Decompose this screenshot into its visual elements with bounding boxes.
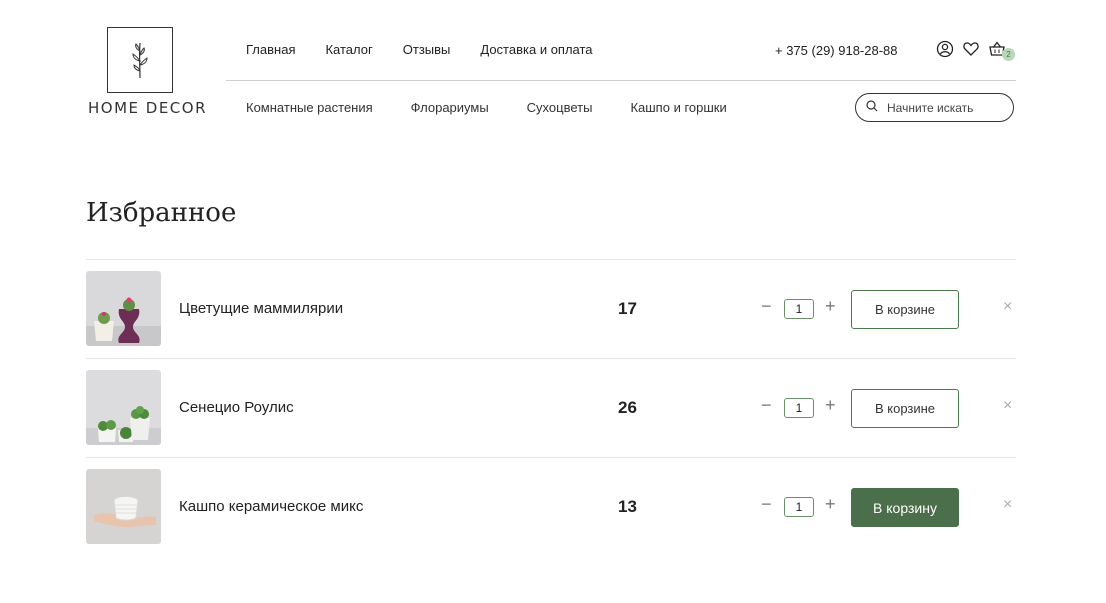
category-link-dried-flowers[interactable]: Сухоцветы	[527, 100, 593, 115]
product-name[interactable]: Цветущие маммилярии	[179, 300, 343, 317]
in-cart-button[interactable]: В корзине	[851, 389, 959, 428]
qty-input[interactable]: 1	[784, 497, 814, 517]
qty-increase-button[interactable]: +	[825, 395, 836, 416]
header-divider	[226, 80, 1016, 81]
product-price: 13	[618, 497, 637, 516]
logo-text: HOME DECOR	[88, 99, 208, 117]
heart-icon[interactable]	[962, 40, 980, 58]
qty-increase-button[interactable]: +	[825, 494, 836, 515]
qty-input[interactable]: 1	[784, 398, 814, 418]
nav-link-reviews[interactable]: Отзывы	[403, 42, 451, 57]
favorite-item: Цветущие маммилярии 17 − 1 + В корзине ×	[86, 259, 1016, 358]
search-icon	[866, 99, 878, 117]
product-name[interactable]: Сенецио Роулис	[179, 399, 294, 416]
add-to-cart-button[interactable]: В корзину	[851, 488, 959, 527]
search-box[interactable]	[855, 93, 1014, 122]
category-nav: Комнатные растения Флорариумы Сухоцветы …	[246, 100, 727, 115]
logo[interactable]: HOME DECOR	[88, 27, 208, 117]
close-icon[interactable]: ×	[1003, 397, 1012, 415]
qty-input[interactable]: 1	[784, 299, 814, 319]
cart-count-badge: 2	[1002, 48, 1015, 61]
nav-link-home[interactable]: Главная	[246, 42, 295, 57]
product-name[interactable]: Кашпо керамическое микс	[179, 498, 363, 515]
phone-link[interactable]: + 375 (29) 918-28-88	[775, 43, 898, 58]
nav-link-catalog[interactable]: Каталог	[325, 42, 372, 57]
top-nav: Главная Каталог Отзывы Доставка и оплата	[246, 42, 593, 57]
qty-decrease-button[interactable]: −	[761, 494, 772, 515]
category-link-pots[interactable]: Кашпо и горшки	[630, 100, 726, 115]
product-image[interactable]	[86, 469, 161, 544]
favorite-item: Сенецио Роулис 26 − 1 + В корзине ×	[86, 358, 1016, 457]
logo-branch-icon	[107, 27, 173, 93]
product-image[interactable]	[86, 271, 161, 346]
nav-link-delivery[interactable]: Доставка и оплата	[480, 42, 592, 57]
product-image[interactable]	[86, 370, 161, 445]
user-icon[interactable]	[936, 40, 954, 58]
qty-decrease-button[interactable]: −	[761, 395, 772, 416]
close-icon[interactable]: ×	[1003, 496, 1012, 514]
product-price: 17	[618, 299, 637, 318]
close-icon[interactable]: ×	[1003, 298, 1012, 316]
qty-increase-button[interactable]: +	[825, 296, 836, 317]
category-link-florariums[interactable]: Флорариумы	[411, 100, 489, 115]
favorite-item: Кашпо керамическое микс 13 − 1 + В корзи…	[86, 457, 1016, 556]
in-cart-button[interactable]: В корзине	[851, 290, 959, 329]
qty-decrease-button[interactable]: −	[761, 296, 772, 317]
favorites-list: Цветущие маммилярии 17 − 1 + В корзине ×…	[86, 259, 1016, 556]
header-icons	[936, 40, 1006, 58]
page-title: Избранное	[86, 198, 237, 228]
search-input[interactable]	[885, 99, 999, 116]
product-price: 26	[618, 398, 637, 417]
category-link-houseplants[interactable]: Комнатные растения	[246, 100, 373, 115]
